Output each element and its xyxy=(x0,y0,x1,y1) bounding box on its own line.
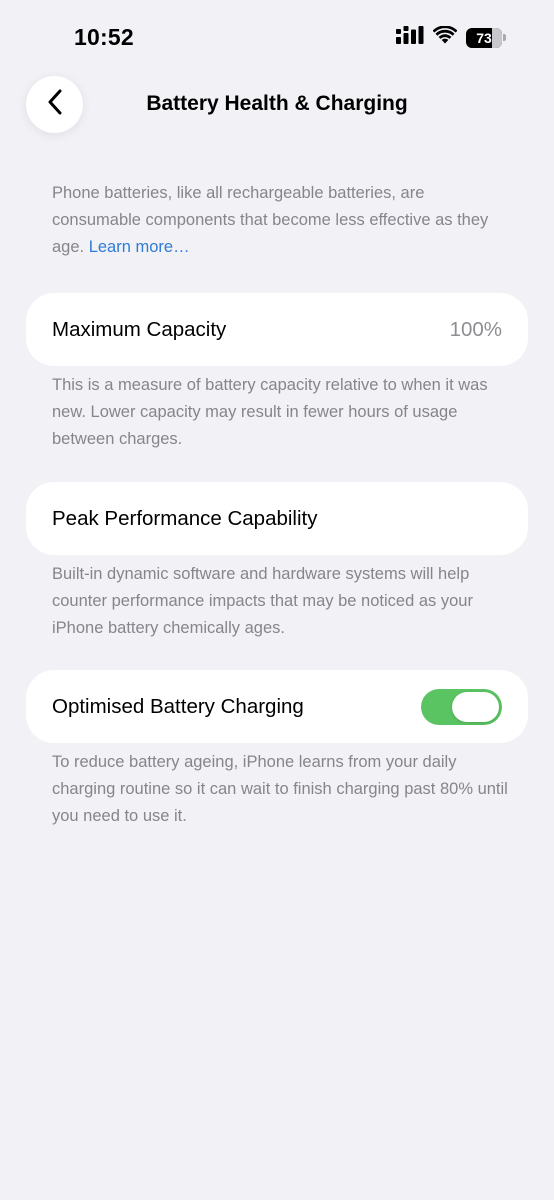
peak-performance-label: Peak Performance Capability xyxy=(52,506,318,530)
optimised-charging-label: Optimised Battery Charging xyxy=(52,694,304,718)
optimised-charging-toggle[interactable] xyxy=(421,688,502,725)
maximum-capacity-note: This is a measure of battery capacity re… xyxy=(52,376,488,448)
learn-more-link[interactable]: Learn more… xyxy=(89,238,190,256)
battery-percent: 73 xyxy=(476,29,492,46)
battery-icon: 73 xyxy=(466,27,506,48)
cellular-signal-icon xyxy=(396,26,424,49)
intro-text: Phone batteries, like all rechargeable b… xyxy=(52,180,512,261)
navigation-bar: Battery Health & Charging xyxy=(0,76,554,134)
battery-level: 73 xyxy=(466,27,502,48)
wifi-icon xyxy=(432,25,458,49)
status-time: 10:52 xyxy=(74,24,134,50)
battery-cap xyxy=(503,34,506,41)
page-title: Battery Health & Charging xyxy=(146,92,408,115)
battery-empty-portion xyxy=(492,27,502,48)
battery-health-screen: 10:52 73 Battery Health & Charging Phone… xyxy=(0,0,554,1200)
peak-performance-note: Built-in dynamic software and hardware s… xyxy=(52,565,473,637)
optimised-charging-row: Optimised Battery Charging xyxy=(26,670,528,743)
maximum-capacity-label: Maximum Capacity xyxy=(52,317,227,341)
status-icons: 73 xyxy=(396,25,506,49)
optimised-charging-note: To reduce battery ageing, iPhone learns … xyxy=(52,753,508,825)
status-bar: 10:52 73 xyxy=(0,0,554,70)
toggle-knob xyxy=(452,691,499,722)
maximum-capacity-value: 100% xyxy=(449,317,502,341)
peak-performance-row: Peak Performance Capability xyxy=(26,482,528,555)
maximum-capacity-row: Maximum Capacity 100% xyxy=(26,293,528,366)
